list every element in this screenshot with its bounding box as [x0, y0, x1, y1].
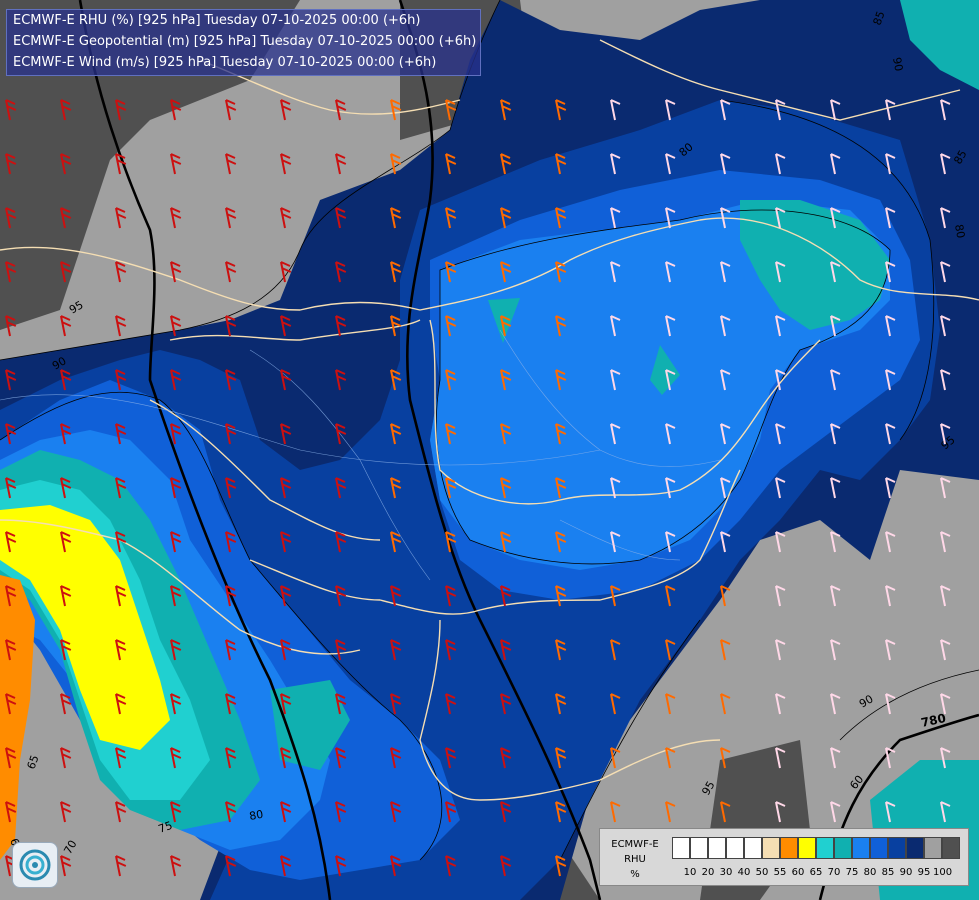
legend-label: 100 [933, 867, 953, 878]
legend-label: 95 [917, 867, 931, 878]
legend-labels: 10 20 30 40 50 55 60 65 70 75 80 85 90 95 100 [672, 867, 952, 878]
legend-label: 10 [683, 867, 697, 878]
legend-title-model: ECMWF-E [611, 839, 659, 850]
legend-swatch [672, 837, 690, 859]
legend-swatch [852, 837, 870, 859]
legend-label: 50 [755, 867, 769, 878]
legend-swatch [834, 837, 852, 859]
contour-label: 80 [248, 808, 264, 823]
contour-label: 90 [890, 56, 905, 72]
legend-label: 70 [827, 867, 841, 878]
legend-swatch [762, 837, 780, 859]
title-wind: ECMWF-E Wind (m/s) [925 hPa] Tuesday 07-… [13, 55, 437, 70]
legend-label: 75 [845, 867, 859, 878]
rhu-legend: ECMWF-E RHU % 10 20 30 40 50 55 60 65 70 75 80 85 90… [599, 828, 969, 886]
legend-label: 40 [737, 867, 751, 878]
legend-title-variable: RHU [624, 854, 646, 865]
legend-swatch [726, 837, 744, 859]
legend-swatch [888, 837, 906, 859]
legend-label: 65 [809, 867, 823, 878]
legend-label: 85 [881, 867, 895, 878]
legend-swatch [816, 837, 834, 859]
map-title-box: ECMWF-E RHU (%) [925 hPa] Tuesday 07-10-… [6, 9, 481, 76]
swirl-logo-icon [19, 849, 51, 881]
legend-swatch [798, 837, 816, 859]
legend-label: 55 [773, 867, 787, 878]
legend-label: 90 [899, 867, 913, 878]
legend-swatch [942, 837, 960, 859]
legend-label: 30 [719, 867, 733, 878]
legend-label: 60 [791, 867, 805, 878]
contour-label: 80 [952, 223, 967, 239]
provider-logo [12, 842, 58, 888]
title-geopotential: ECMWF-E Geopotential (m) [925 hPa] Tuesd… [13, 34, 477, 49]
legend-swatches [672, 837, 960, 859]
legend-title-unit: % [630, 869, 640, 880]
legend-swatch [870, 837, 888, 859]
title-rhu: ECMWF-E RHU (%) [925 hPa] Tuesday 07-10-… [13, 13, 421, 28]
legend-swatch [906, 837, 924, 859]
legend-label: 80 [863, 867, 877, 878]
legend-swatch [780, 837, 798, 859]
legend-title: ECMWF-E RHU % [604, 837, 666, 882]
weather-map[interactable]: 95 80 85 90 85 80 90 95 65 70 60 75 80 9… [0, 0, 979, 900]
legend-swatch [924, 837, 942, 859]
legend-swatch [690, 837, 708, 859]
legend-label: 20 [701, 867, 715, 878]
legend-swatch [708, 837, 726, 859]
legend-swatch [744, 837, 762, 859]
